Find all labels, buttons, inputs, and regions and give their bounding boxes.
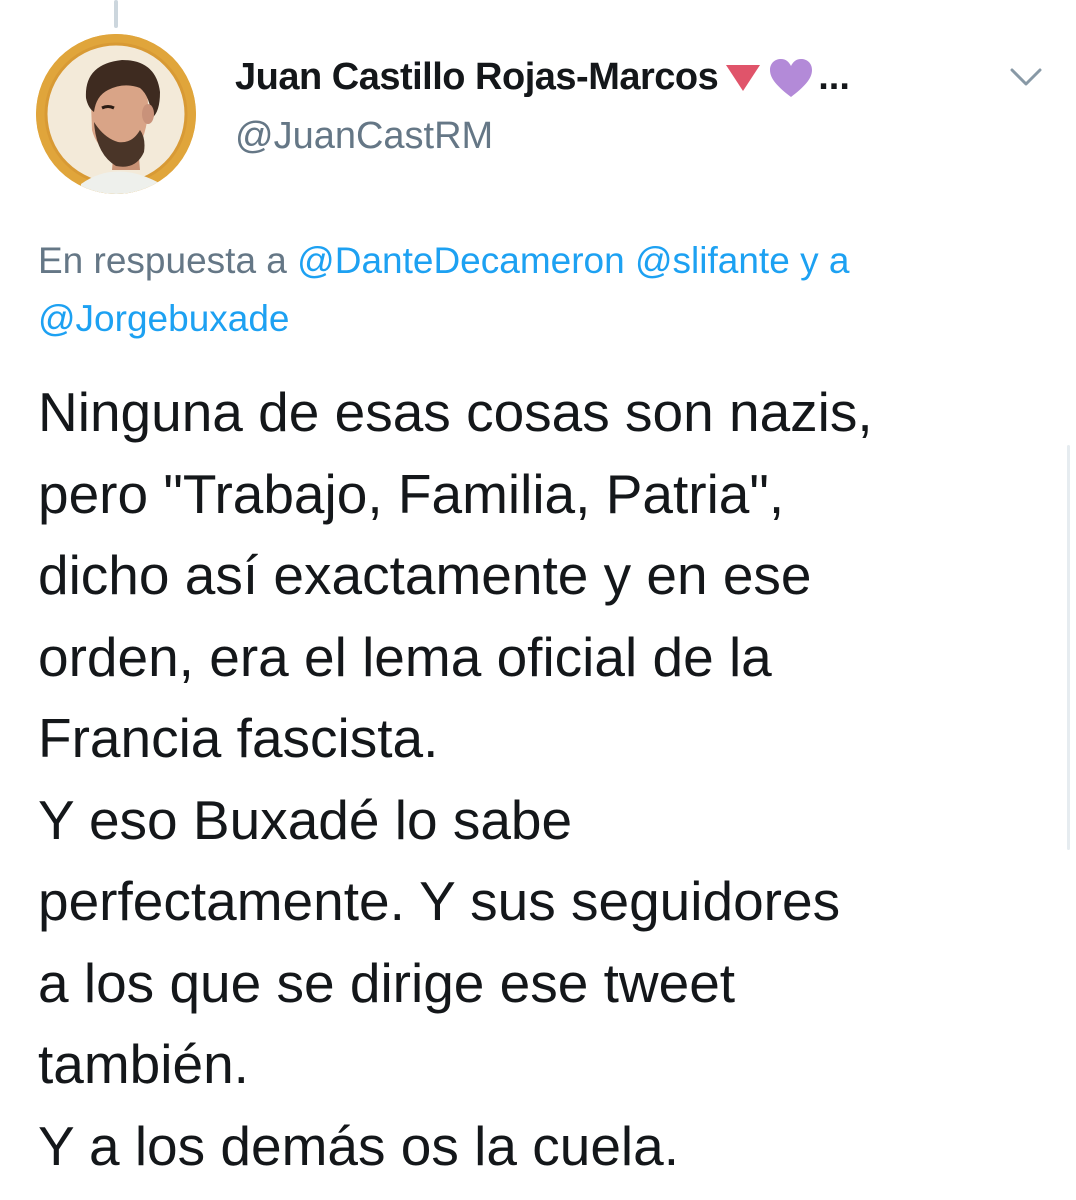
tweet-header: Juan Castillo Rojas-Marcos ... @JuanCast… xyxy=(36,34,1046,194)
tweet-text-line: dicho así exactamente y en ese xyxy=(38,544,812,606)
thread-connector-line xyxy=(114,0,118,28)
reply-context: En respuesta a @DanteDecameron @slifante… xyxy=(38,232,1038,348)
display-name-row[interactable]: Juan Castillo Rojas-Marcos ... xyxy=(235,56,850,99)
author-identity[interactable]: Juan Castillo Rojas-Marcos ... @JuanCast… xyxy=(235,56,850,158)
name-truncation: ... xyxy=(818,56,850,98)
red-down-triangle-icon xyxy=(726,64,761,91)
tweet-text-line: a los que se dirige ese tweet xyxy=(38,951,736,1014)
chevron-down-icon[interactable] xyxy=(1006,64,1046,90)
mention-link[interactable]: @slifante xyxy=(635,240,790,281)
tweet-body: Ninguna de esas cosas son nazis, pero "T… xyxy=(38,372,1048,1187)
tweet-text-line: Francia fascista. xyxy=(38,707,439,769)
purple-heart-icon xyxy=(770,58,813,97)
tweet-text-line: perfectamente. Y sus seguidores xyxy=(38,870,841,932)
avatar-portrait-icon xyxy=(36,34,196,194)
mention-link[interactable]: @Jorgebuxade xyxy=(38,298,290,339)
tweet-text-line: pero "Trabajo, Familia, Patria", xyxy=(38,462,785,525)
scroll-indicator xyxy=(1067,445,1070,850)
reply-prefix: En respuesta a xyxy=(38,240,287,281)
reply-connector[interactable]: y a xyxy=(800,240,849,281)
tweet-text-line: Ninguna de esas cosas son nazis, xyxy=(38,381,873,443)
tweet-text-line: Y a los demás os la cuela. xyxy=(38,1114,680,1177)
author-display-name[interactable]: Juan Castillo Rojas-Marcos xyxy=(235,56,719,99)
tweet-text-line: Y eso Buxadé lo sabe xyxy=(38,788,573,851)
author-handle[interactable]: @JuanCastRM xyxy=(235,115,850,158)
avatar[interactable] xyxy=(36,34,196,194)
mention-link[interactable]: @DanteDecameron xyxy=(297,240,625,281)
tweet-text-line: orden, era el lema oficial de la xyxy=(38,625,772,688)
tweet-text-line: también. xyxy=(38,1033,249,1095)
